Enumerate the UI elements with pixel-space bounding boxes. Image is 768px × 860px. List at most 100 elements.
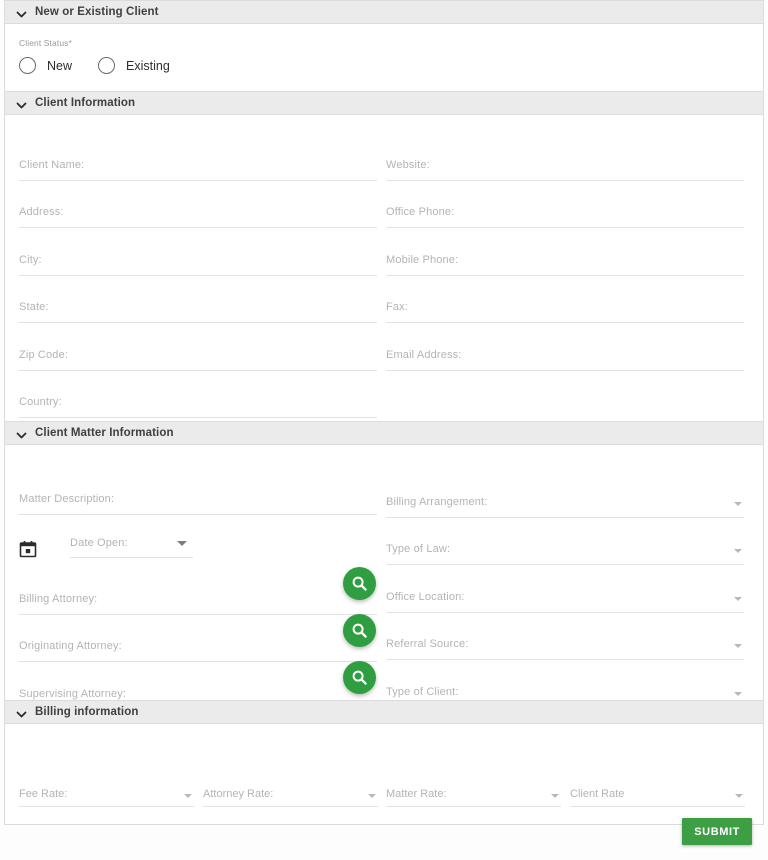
chevron-down-icon[interactable]	[734, 549, 742, 553]
calendar-icon[interactable]	[19, 540, 37, 558]
search-button-billing-attorney[interactable]	[343, 567, 376, 600]
chevron-down-icon[interactable]	[735, 794, 743, 798]
field-underline	[570, 806, 745, 807]
field-city[interactable]: City:	[19, 228, 377, 276]
field-billing-attorney[interactable]: Billing Attorney:	[19, 567, 377, 615]
radio-new[interactable]	[19, 57, 36, 74]
submit-bar: SUBMIT	[0, 812, 768, 860]
field-date-open-wrap: Date Open:	[70, 525, 193, 558]
field-label: Matter Description:	[19, 492, 115, 505]
search-button-supervising-attorney[interactable]	[343, 661, 376, 694]
section-body-client-information: Client Name: Address: City: State: Zip C…	[5, 115, 763, 421]
field-originating-attorney[interactable]: Originating Attorney:	[19, 615, 377, 662]
field-label: Client Rate	[570, 788, 625, 800]
field-matter-description[interactable]: Matter Description:	[19, 467, 377, 515]
section-client-matter-information: Client Matter Information Matter Descrip…	[4, 422, 764, 710]
chevron-down-icon[interactable]	[15, 8, 28, 21]
field-label: Type of Client:	[386, 685, 459, 698]
chevron-down-icon[interactable]	[551, 794, 559, 798]
field-address[interactable]: Address:	[19, 181, 377, 228]
client-status-label-text: Client Status	[19, 38, 69, 48]
field-date-open[interactable]: Date Open:	[70, 525, 193, 558]
submit-button[interactable]: SUBMIT	[682, 818, 752, 845]
field-label: Mobile Phone:	[386, 253, 459, 266]
field-type-of-law[interactable]: Type of Law:	[386, 518, 744, 565]
field-zip-code[interactable]: Zip Code:	[19, 323, 377, 371]
section-client-information: Client Information Client Name: Address:…	[4, 92, 764, 422]
radio-existing[interactable]	[98, 57, 116, 74]
client-status-radio-group: New Existing	[5, 48, 763, 91]
chevron-down-icon[interactable]	[177, 541, 187, 546]
field-client-rate[interactable]: Client Rate	[570, 777, 745, 807]
section-body-new-or-existing-client: Client Status* New Existing	[5, 24, 763, 91]
chevron-down-icon[interactable]	[368, 794, 376, 798]
client-status-label: Client Status*	[5, 24, 763, 48]
matter-left-column: Matter Description:	[19, 467, 377, 515]
section-title: Billing information	[35, 706, 139, 718]
field-label: Date Open:	[70, 537, 128, 549]
field-label: Address:	[19, 206, 64, 218]
field-office-phone[interactable]: Office Phone:	[386, 181, 744, 228]
field-country[interactable]: Country:	[19, 371, 377, 418]
field-label: Referral Source:	[386, 638, 469, 650]
chevron-down-icon[interactable]	[734, 501, 742, 506]
field-state[interactable]: State:	[19, 276, 377, 323]
field-underline	[386, 806, 561, 807]
field-fee-rate[interactable]: Fee Rate:	[19, 777, 194, 807]
field-referral-source[interactable]: Referral Source:	[386, 613, 744, 660]
field-billing-arrangement[interactable]: Billing Arrangement:	[386, 470, 744, 518]
chevron-down-icon[interactable]	[734, 596, 742, 601]
field-label: Office Phone:	[386, 206, 455, 218]
matter-right-column: Billing Arrangement: Type of Law: Office…	[386, 470, 744, 708]
section-title: Client Information	[35, 97, 136, 109]
client-info-right-column: Website: Office Phone: Mobile Phone: Fax…	[386, 133, 744, 371]
field-label: State:	[19, 301, 49, 313]
field-mobile-phone[interactable]: Mobile Phone:	[386, 228, 744, 276]
client-intake-form-page: New or Existing Client Client Status* Ne…	[0, 0, 768, 860]
section-body-client-matter-information: Matter Description: Date Open: Billing A…	[5, 445, 763, 710]
radio-existing-label[interactable]: Existing	[126, 59, 170, 73]
field-label: Email Address:	[386, 348, 462, 361]
field-label: Client Name:	[19, 158, 85, 171]
search-icon	[352, 623, 367, 638]
field-underline	[19, 806, 194, 807]
section-header-client-matter-information[interactable]: Client Matter Information	[5, 422, 763, 445]
field-label: Attorney Rate:	[203, 788, 274, 800]
section-title: Client Matter Information	[35, 427, 174, 439]
field-attorney-rate[interactable]: Attorney Rate:	[203, 777, 378, 807]
field-label: Billing Arrangement:	[386, 495, 488, 508]
field-label: Originating Attorney:	[19, 640, 122, 652]
field-label: Country:	[19, 396, 62, 408]
field-email-address[interactable]: Email Address:	[386, 323, 744, 371]
section-header-billing-information[interactable]: Billing information	[5, 701, 763, 724]
field-label: Fee Rate:	[19, 788, 68, 800]
radio-new-label[interactable]: New	[47, 59, 72, 73]
chevron-down-icon[interactable]	[734, 691, 742, 696]
field-underline	[70, 557, 193, 558]
field-office-location[interactable]: Office Location:	[386, 565, 744, 613]
field-matter-rate[interactable]: Matter Rate:	[386, 777, 561, 807]
field-label: Office Location:	[386, 590, 465, 603]
section-body-billing-information: Fee Rate: Attorney Rate: Matter Rate: Cl…	[5, 724, 763, 824]
search-button-originating-attorney[interactable]	[343, 614, 376, 647]
matter-attorney-column: Billing Attorney: Originating Attorney: …	[19, 567, 377, 710]
chevron-down-icon[interactable]	[184, 794, 192, 798]
field-website[interactable]: Website:	[386, 133, 744, 181]
section-header-new-or-existing-client[interactable]: New or Existing Client	[5, 1, 763, 24]
chevron-down-icon[interactable]	[15, 429, 28, 442]
search-icon	[352, 670, 367, 685]
field-label: Supervising Attorney:	[19, 687, 127, 700]
chevron-down-icon[interactable]	[15, 99, 28, 112]
field-client-name[interactable]: Client Name:	[19, 133, 377, 181]
field-label: Billing Attorney:	[19, 592, 98, 605]
field-label: Fax:	[386, 301, 408, 313]
section-header-client-information[interactable]: Client Information	[5, 92, 763, 115]
field-underline	[386, 369, 744, 371]
chevron-down-icon[interactable]	[734, 644, 742, 648]
field-underline	[19, 417, 377, 418]
chevron-down-icon[interactable]	[15, 708, 28, 721]
section-new-or-existing-client: New or Existing Client Client Status* Ne…	[4, 0, 764, 92]
section-title: New or Existing Client	[35, 6, 159, 18]
field-fax[interactable]: Fax:	[386, 276, 744, 323]
required-asterisk: *	[68, 38, 72, 48]
